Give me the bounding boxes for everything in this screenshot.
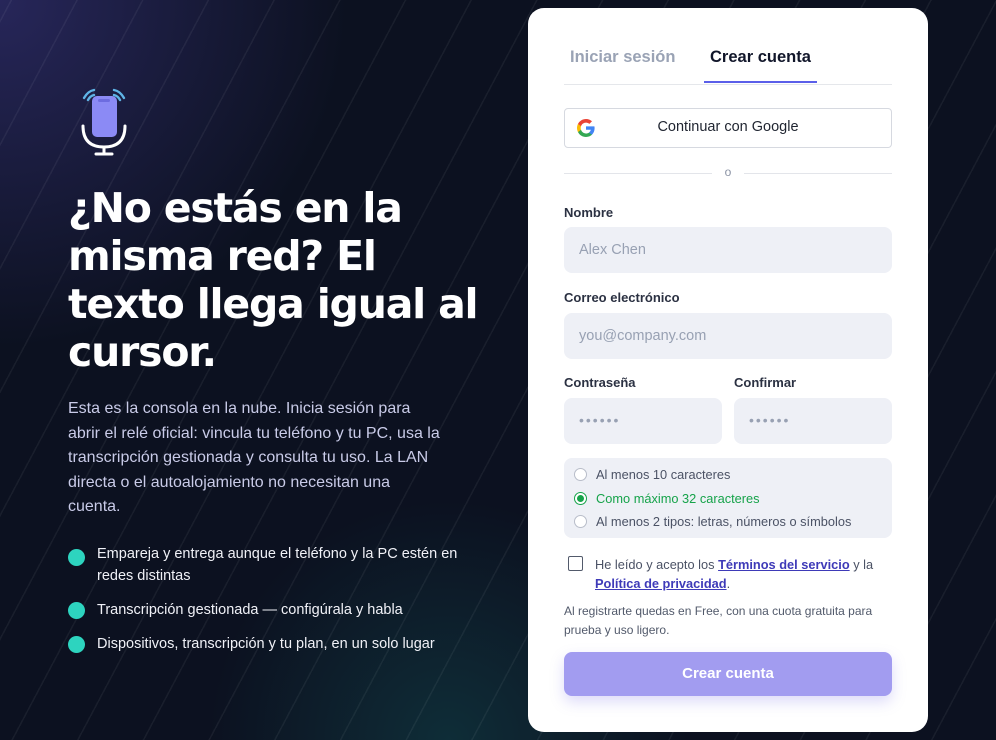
tab-signup[interactable]: Crear cuenta [704, 42, 817, 83]
phone-microphone-icon [81, 88, 127, 156]
terms-link[interactable]: Términos del servicio [718, 557, 850, 572]
tab-login[interactable]: Iniciar sesión [570, 42, 675, 83]
create-account-button[interactable]: Crear cuenta [564, 652, 892, 696]
feature-item: Transcripción gestionada — configúrala y… [68, 599, 403, 621]
privacy-link[interactable]: Política de privacidad [595, 576, 727, 591]
terms-checkbox[interactable] [568, 556, 583, 571]
rule-status-icon [574, 468, 587, 481]
hero-title: ¿No estás en la misma red? El texto lleg… [68, 184, 479, 376]
feature-dot-icon [68, 636, 85, 653]
google-signin-button[interactable]: Continuar con Google [564, 108, 892, 148]
divider-label: o [724, 165, 732, 179]
google-button-label: Continuar con Google [657, 119, 799, 135]
auth-card: Iniciar sesión Crear cuenta Continuar co… [528, 8, 928, 732]
rule-status-icon [574, 515, 587, 528]
feature-dot-icon [68, 602, 85, 619]
name-label: Nombre [564, 205, 614, 220]
rule-status-icon [574, 492, 587, 505]
name-input[interactable] [564, 227, 892, 273]
password-label: Contraseña [564, 375, 636, 390]
email-label: Correo electrónico [564, 290, 680, 305]
feature-item: Empareja y entrega aunque el teléfono y … [68, 543, 468, 587]
password-input[interactable] [564, 398, 722, 444]
feature-item: Dispositivos, transcripción y tu plan, e… [68, 633, 435, 655]
email-input[interactable] [564, 313, 892, 359]
auth-tabs: Iniciar sesión Crear cuenta [564, 42, 892, 85]
password-rules: Al menos 10 caracteres Como máximo 32 ca… [564, 458, 892, 538]
confirm-password-input[interactable] [734, 398, 892, 444]
hero-description: Esta es la consola en la nube. Inicia se… [68, 400, 440, 515]
or-divider: o [564, 165, 892, 179]
feature-dot-icon [68, 549, 85, 566]
plan-note: Al registrarte quedas en Free, con una c… [564, 604, 873, 637]
confirm-label: Confirmar [734, 375, 797, 390]
